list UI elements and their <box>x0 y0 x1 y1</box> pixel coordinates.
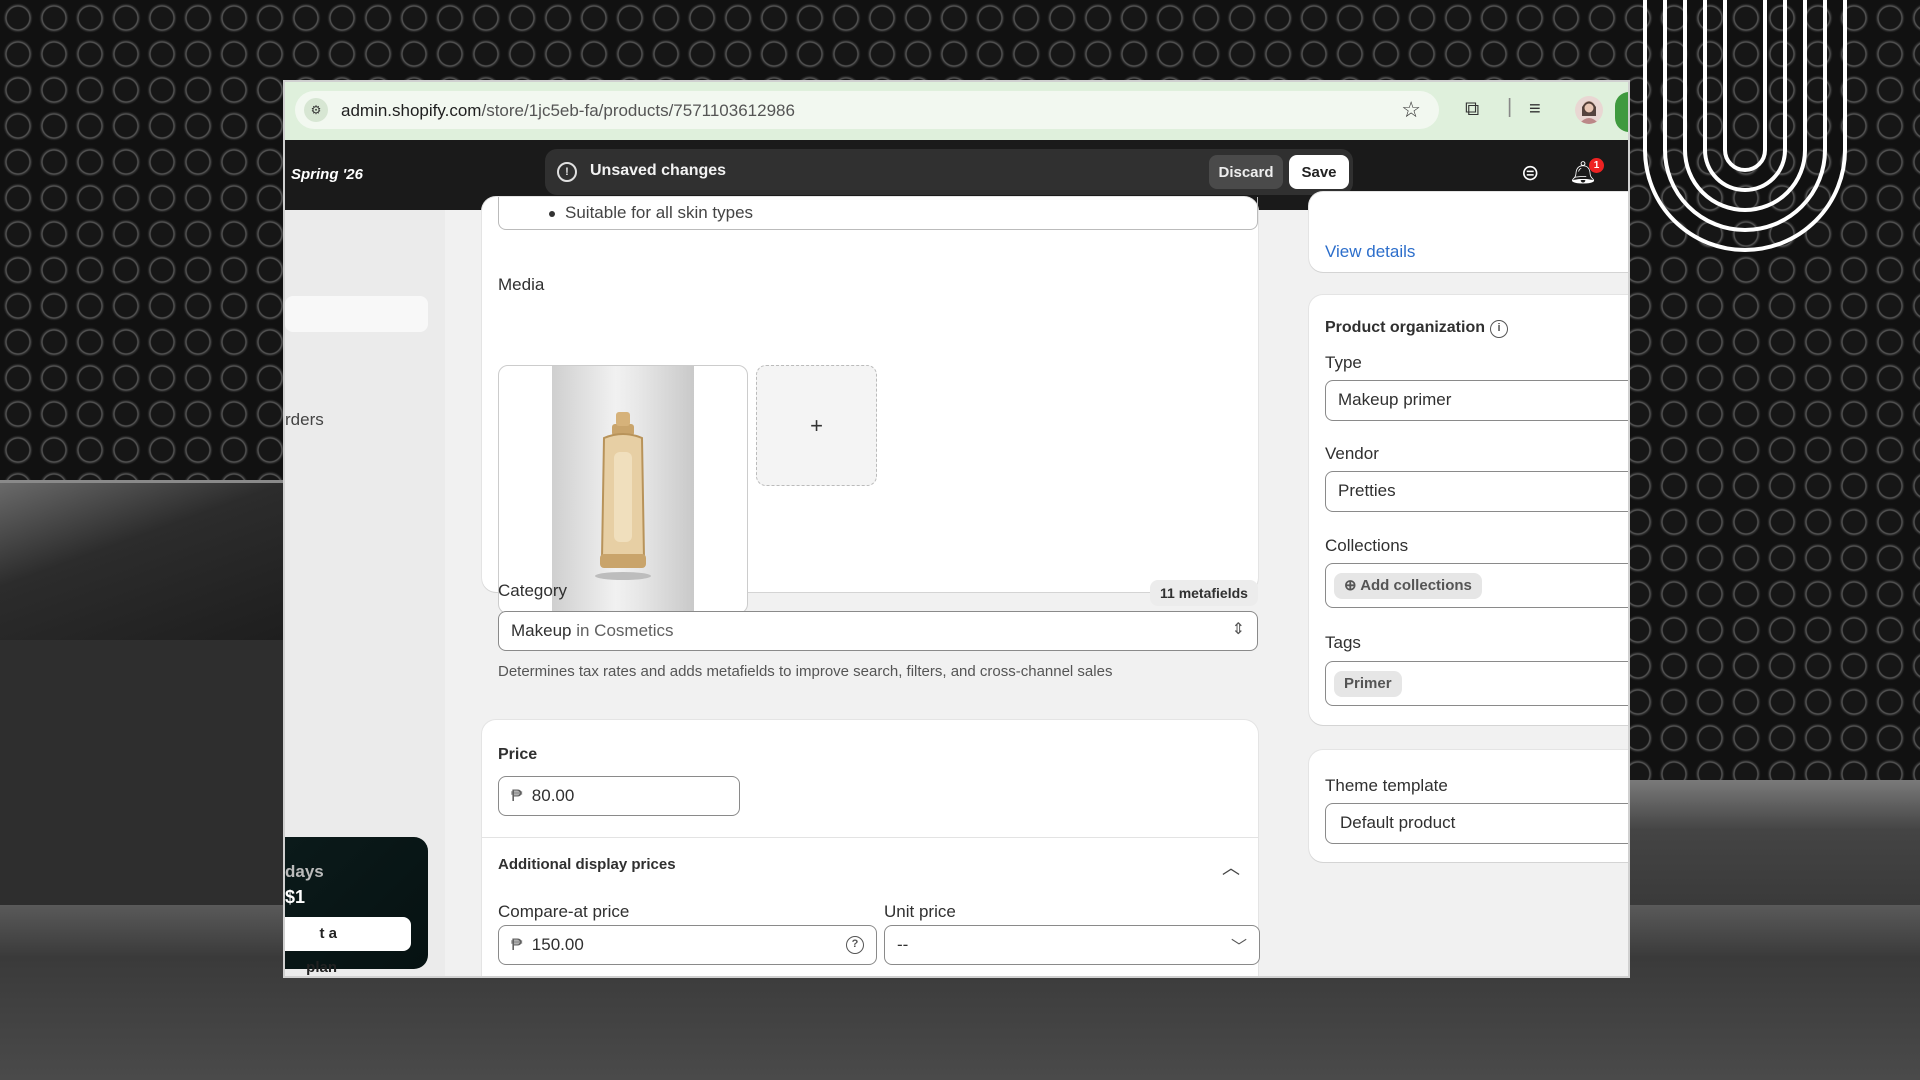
add-media-button[interactable]: + <box>756 365 877 486</box>
unit-price-label: Unit price <box>884 902 956 921</box>
avatar[interactable] <box>1575 96 1603 124</box>
theme-template-label: Theme template <box>1325 776 1448 795</box>
vendor-label: Vendor <box>1325 444 1379 463</box>
toolbar-divider: | <box>1507 96 1513 118</box>
tags-input[interactable]: Primer <box>1325 661 1628 706</box>
url-domain: admin.shopify.com <box>341 101 482 120</box>
category-value: Makeup <box>511 621 572 640</box>
category-label: Category <box>498 581 567 600</box>
browser-window: ⚙ admin.shopify.com/store/1jc5eb-fa/prod… <box>283 80 1630 978</box>
product-details-card: Suitable for all skin types Media + Cate… <box>482 197 1258 680</box>
sidebar-item-orders[interactable]: rders <box>285 410 324 430</box>
type-value: Makeup primer <box>1338 390 1452 409</box>
wallpaper-left-lower <box>0 640 283 905</box>
url-path: /store/1jc5eb-fa/products/7571103612986 <box>481 101 795 120</box>
wallpaper-arches <box>1643 0 1847 252</box>
view-details-link[interactable]: View details <box>1325 242 1415 262</box>
select-arrows-icon: ⇕ <box>1231 621 1245 638</box>
address-bar[interactable]: ⚙ admin.shopify.com/store/1jc5eb-fa/prod… <box>295 91 1439 129</box>
theme-template-value: Default product <box>1340 813 1456 832</box>
additional-prices-heading: Additional display prices <box>498 856 676 873</box>
price-input[interactable]: ₱ 80.00 <box>498 776 740 816</box>
add-collections-label: Add collections <box>1360 577 1472 594</box>
tags-label: Tags <box>1325 633 1361 652</box>
browser-toolbar: ⚙ admin.shopify.com/store/1jc5eb-fa/prod… <box>285 82 1628 140</box>
wallpaper-left-slab <box>0 480 283 640</box>
description-bullet: Suitable for all skin types <box>548 203 754 222</box>
add-collections-button[interactable]: ⊕ Add collections <box>1334 573 1482 599</box>
vendor-value: Pretties <box>1338 481 1396 500</box>
avatar-image <box>1579 101 1599 124</box>
media-label: Media <box>498 275 545 294</box>
theme-template-select[interactable]: Default product <box>1325 803 1628 844</box>
media-thumbnail[interactable] <box>498 365 748 614</box>
theme-template-card: Theme template Default product <box>1309 750 1628 862</box>
category-select[interactable]: Makeup in Cosmetics ⇕ <box>498 611 1258 651</box>
puzzle-icon[interactable]: ⧉ <box>1465 98 1479 121</box>
notification-badge: 1 <box>1589 158 1604 173</box>
product-organization-title: Product organization <box>1325 319 1485 336</box>
metafields-badge[interactable]: 11 metafields <box>1150 580 1258 606</box>
trial-days-text: days <box>285 862 324 881</box>
type-input[interactable]: Makeup primer <box>1325 380 1628 421</box>
chevron-down-icon: ﹀ <box>1230 939 1247 956</box>
trial-price-text: $1 <box>285 887 306 907</box>
product-organization-card: Product organization i Type Makeup prime… <box>1309 295 1628 725</box>
category-helper-text: Determines tax rates and adds metafields… <box>498 663 1113 680</box>
sidebar: rders days $1 t a plan <box>285 210 445 976</box>
chevron-up-icon[interactable]: ︿ <box>1222 854 1240 880</box>
browser-menu-edge <box>1615 92 1628 132</box>
discard-button[interactable]: Discard <box>1209 155 1283 189</box>
divider <box>482 837 1258 838</box>
url-text[interactable]: admin.shopify.com/store/1jc5eb-fa/produc… <box>341 101 795 121</box>
currency-symbol-2: ₱ <box>511 935 523 954</box>
alert-icon: ! <box>557 162 577 182</box>
product-photo <box>552 366 694 613</box>
compare-at-value: 150.00 <box>531 935 584 954</box>
price-value: 80.00 <box>531 786 575 805</box>
insights-card: View details <box>1309 192 1628 272</box>
category-context: in Cosmetics <box>576 621 674 640</box>
info-icon[interactable]: i <box>1490 320 1508 338</box>
star-icon[interactable]: ☆ <box>1401 97 1421 123</box>
trial-card: days $1 t a plan <box>285 837 428 976</box>
vendor-input[interactable]: Pretties <box>1325 471 1628 512</box>
sidebar-item-products[interactable] <box>285 296 428 332</box>
compare-at-label: Compare-at price <box>498 902 630 921</box>
playlist-icon[interactable]: ≡ <box>1529 98 1541 121</box>
price-heading: Price <box>498 746 538 763</box>
help-icon[interactable]: ? <box>846 936 864 954</box>
edition-label: Spring '26 <box>291 166 363 183</box>
currency-symbol: ₱ <box>511 786 523 805</box>
unit-price-value: -- <box>897 935 909 954</box>
wallpaper-right-slab <box>1630 780 1920 905</box>
contextual-save-bar: ! Unsaved changes Discard Save <box>545 149 1353 195</box>
save-button[interactable]: Save <box>1289 155 1349 189</box>
unit-price-select[interactable]: -- ﹀ <box>884 925 1260 965</box>
unsaved-changes-text: Unsaved changes <box>590 162 727 179</box>
compare-at-input[interactable]: ₱ 150.00 ? <box>498 925 877 965</box>
type-label: Type <box>1325 353 1362 372</box>
collections-input[interactable]: ⊕ Add collections <box>1325 563 1628 608</box>
pricing-card: Price ₱ 80.00 Additional display prices … <box>482 720 1260 976</box>
description-editor[interactable]: Suitable for all skin types <box>498 197 1258 230</box>
collections-label: Collections <box>1325 536 1409 555</box>
select-plan-button[interactable]: t a plan <box>285 917 411 976</box>
store-icon[interactable]: ⊜ <box>1521 160 1539 186</box>
tag-primer[interactable]: Primer <box>1334 671 1402 697</box>
tune-icon[interactable]: ⚙ <box>304 98 328 122</box>
perfume-bottle-image <box>595 412 651 580</box>
